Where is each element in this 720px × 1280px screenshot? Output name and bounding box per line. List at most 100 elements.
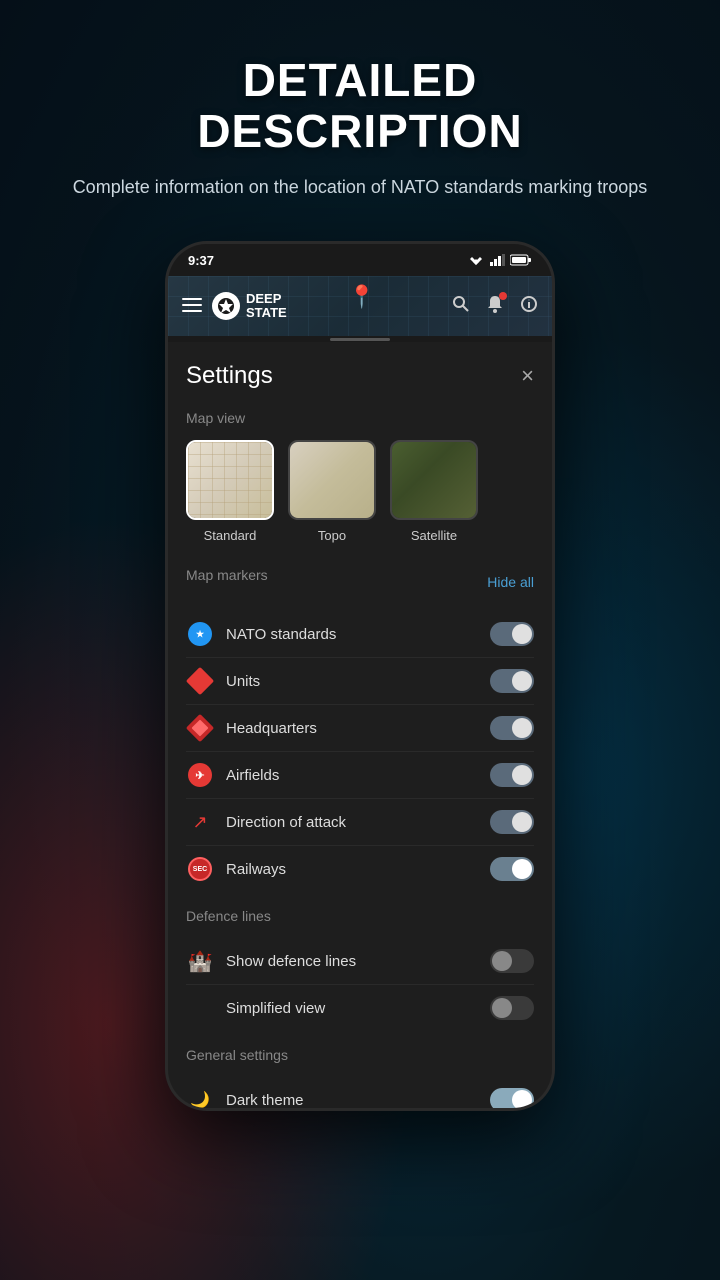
castle-icon-wrap: 🏰 [186,947,214,975]
simplified-toggle[interactable] [490,996,534,1020]
notification-button[interactable] [486,295,504,318]
satellite-thumbnail [390,440,478,520]
standard-thumb-bg [188,442,272,518]
units-toggle-knob [512,671,532,691]
wifi-icon [468,254,484,266]
logo-line2: STATE [246,306,287,320]
settings-header: Settings × [186,362,534,390]
phone-frame: 9:37 [165,241,555,1111]
info-icon [520,295,538,313]
dark-theme-toggle[interactable] [490,1088,534,1111]
hq-toggle-knob [512,718,532,738]
hq-diamond-icon [186,714,214,742]
topo-label: Topo [318,528,346,543]
marker-nato-row: ★ NATO standards [186,611,534,658]
hq-toggle[interactable] [490,716,534,740]
title-line2: DESCRIPTION [197,105,522,157]
app-logo: DEEP STATE [212,292,287,321]
direction-toggle-knob [512,812,532,832]
main-title: DETAILED DESCRIPTION [60,55,660,156]
app-header: 📍 DEEP STATE [168,276,552,336]
nato-toggle[interactable] [490,622,534,646]
standard-thumbnail [186,440,274,520]
direction-arrow-icon: ↗ [192,812,207,833]
general-settings-section: General settings 🌙 Dark theme ⊙ [186,1047,534,1111]
map-view-section: Map view Standard Topo [186,410,534,543]
marker-railways-row: SEC Railways [186,846,534,892]
railways-label: Railways [226,861,490,878]
railways-toggle-knob [512,859,532,879]
defence-lines-section: Defence lines 🏰 Show defence lines Simpl… [186,908,534,1031]
defence-toggle-knob [492,951,512,971]
units-diamond-icon [186,667,214,695]
logo-icon [212,292,240,320]
railways-icon-wrap: SEC [186,855,214,883]
title-line1: DETAILED [243,54,478,106]
castle-icon: 🏰 [188,949,213,974]
logo-svg [217,297,235,315]
hamburger-button[interactable] [182,296,202,317]
dark-theme-row: 🌙 Dark theme [186,1077,534,1111]
map-type-standard[interactable]: Standard [186,440,274,543]
map-view-label: Map view [186,410,534,426]
info-button[interactable] [520,295,538,318]
top-section: DETAILED DESCRIPTION Complete informatio… [0,0,720,231]
dark-theme-knob [512,1090,532,1110]
search-icon [452,295,470,313]
nato-label: NATO standards [226,626,490,643]
general-settings-label: General settings [186,1047,534,1063]
defence-toggle[interactable] [490,949,534,973]
map-markers-label: Map markers [186,567,268,583]
show-defence-label: Show defence lines [226,953,490,970]
simplified-label: Simplified view [226,1000,490,1017]
map-pin-icon: 📍 [348,284,375,310]
search-button[interactable] [452,295,470,318]
railways-toggle[interactable] [490,857,534,881]
moon-icon: 🌙 [190,1090,210,1110]
units-icon-wrap [186,667,214,695]
map-type-topo[interactable]: Topo [288,440,376,543]
marker-units-row: Units [186,658,534,705]
phone-wrapper: 9:37 [0,241,720,1111]
signal-icon [489,254,505,266]
airfield-circle-icon: ✈ [188,763,212,787]
settings-panel[interactable]: Settings × Map view Standard [168,342,552,1111]
map-markers-section: Map markers Hide all ★ NATO standards [186,567,534,892]
logo-text: DEEP STATE [246,292,287,321]
moon-icon-wrap: 🌙 [186,1086,214,1111]
defence-lines-label: Defence lines [186,908,534,924]
status-time: 9:37 [188,253,214,268]
notification-badge [499,292,507,300]
satellite-thumb-bg [392,442,476,518]
close-button[interactable]: × [521,365,534,387]
units-label: Units [226,673,490,690]
units-toggle[interactable] [490,669,534,693]
logo-line1: DEEP [246,292,287,306]
defence-show-row: 🏰 Show defence lines [186,938,534,985]
topo-thumbnail [288,440,376,520]
hq-label: Headquarters [226,720,490,737]
hq-icon-wrap [186,714,214,742]
satellite-label: Satellite [411,528,457,543]
simplified-icon-wrap [186,994,214,1022]
railways-circle-icon: SEC [188,857,212,881]
marker-airfields-row: ✈ Airfields [186,752,534,799]
nato-icon: ★ [186,620,214,648]
simplified-toggle-knob [492,998,512,1018]
battery-icon [510,254,532,266]
airfields-toggle-knob [512,765,532,785]
hide-all-button[interactable]: Hide all [487,574,534,590]
simplified-view-row: Simplified view [186,985,534,1031]
direction-toggle[interactable] [490,810,534,834]
marker-direction-row: ↗ Direction of attack [186,799,534,846]
airfields-toggle[interactable] [490,763,534,787]
status-icons [468,254,532,266]
hq-diamond-inner [192,720,209,737]
subtitle: Complete information on the location of … [60,174,660,201]
marker-hq-row: Headquarters [186,705,534,752]
map-type-satellite[interactable]: Satellite [390,440,478,543]
nato-badge: ★ [188,622,212,646]
markers-header: Map markers Hide all [186,567,534,597]
airfield-icon-wrap: ✈ [186,761,214,789]
standard-label: Standard [204,528,257,543]
